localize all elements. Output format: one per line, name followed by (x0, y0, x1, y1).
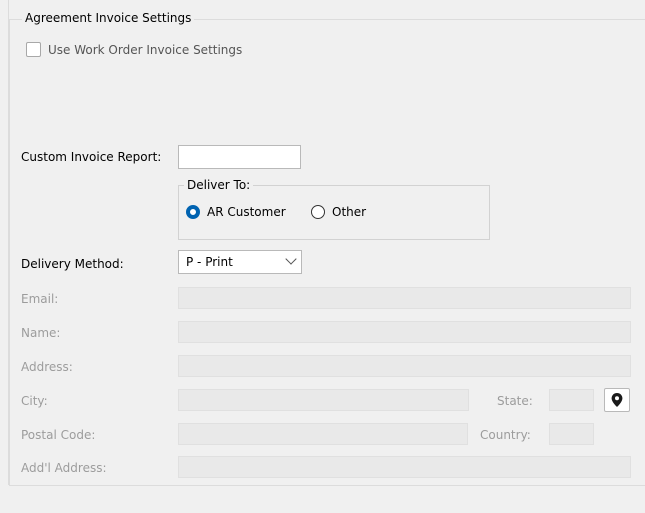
addl-address-field[interactable] (178, 456, 631, 478)
location-button[interactable] (604, 388, 630, 412)
left-panel-edge (0, 0, 9, 485)
address-field[interactable] (178, 355, 631, 377)
name-label: Name: (21, 326, 61, 340)
radio-ar-customer-label: AR Customer (207, 205, 286, 219)
email-field[interactable] (178, 287, 631, 309)
agreement-invoice-settings-group (9, 19, 645, 486)
use-work-order-checkbox[interactable] (26, 42, 41, 57)
address-label: Address: (21, 360, 73, 374)
state-label: State: (497, 394, 533, 408)
delivery-method-value: P - Print (186, 255, 233, 269)
radio-other-button[interactable] (311, 205, 325, 219)
city-label: City: (21, 394, 48, 408)
group-title: Agreement Invoice Settings (22, 11, 195, 25)
custom-invoice-report-input[interactable] (178, 145, 301, 169)
state-field[interactable] (549, 389, 594, 411)
postal-code-field[interactable] (178, 423, 468, 445)
custom-invoice-report-label: Custom Invoice Report: (21, 150, 162, 164)
addl-address-label: Add'l Address: (21, 461, 107, 475)
city-field[interactable] (178, 389, 469, 411)
radio-other-label: Other (332, 205, 367, 219)
radio-ar-customer[interactable]: AR Customer (186, 205, 286, 219)
chevron-down-icon (285, 253, 297, 265)
country-field[interactable] (549, 423, 594, 445)
radio-other[interactable]: Other (311, 205, 366, 219)
deliver-to-title: Deliver To: (184, 178, 254, 192)
map-pin-icon (611, 393, 623, 407)
name-field[interactable] (178, 321, 631, 343)
use-work-order-checkbox-row[interactable]: Use Work Order Invoice Settings (26, 42, 242, 57)
delivery-method-select[interactable]: P - Print (178, 250, 302, 274)
postal-code-label: Postal Code: (21, 428, 96, 442)
delivery-method-label: Delivery Method: (21, 257, 124, 271)
radio-ar-customer-button[interactable] (186, 205, 200, 219)
use-work-order-label: Use Work Order Invoice Settings (48, 42, 243, 57)
email-label: Email: (21, 292, 59, 306)
country-label: Country: (480, 428, 531, 442)
